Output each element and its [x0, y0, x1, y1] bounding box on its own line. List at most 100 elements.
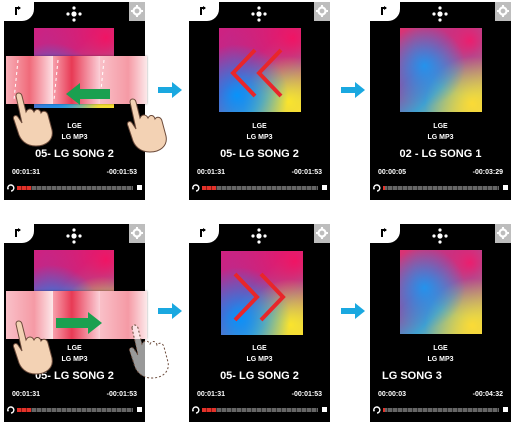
- elapsed-time: 00:01:31: [12, 391, 41, 398]
- settings-button[interactable]: [495, 2, 511, 21]
- settings-button[interactable]: [129, 224, 145, 243]
- top-bar: [189, 224, 330, 248]
- artist-label: LGE: [252, 345, 267, 352]
- four-dot-nav-icon[interactable]: [66, 228, 82, 244]
- progress-fill: [202, 408, 216, 412]
- repeat-icon[interactable]: [192, 184, 200, 192]
- song-title: 05- LG SONG 2: [220, 148, 299, 160]
- artist-label: LGE: [433, 123, 448, 130]
- gear-icon: [497, 5, 509, 17]
- repeat-icon[interactable]: [373, 184, 381, 192]
- four-dot-nav-icon[interactable]: [66, 6, 82, 22]
- song-title: 05- LG SONG 2: [35, 148, 114, 160]
- elapsed-time: 00:01:31: [197, 391, 226, 398]
- settings-button[interactable]: [129, 2, 145, 21]
- player-screen-3: LGE LG MP3 02 - LG SONG 1 00:00:05 -00:0…: [370, 2, 511, 200]
- top-bar: [4, 224, 145, 248]
- progress-row: [4, 406, 145, 414]
- progress-bar[interactable]: [202, 408, 318, 412]
- album-art: [400, 28, 482, 112]
- player-screen-2: LGE LG MP3 05- LG SONG 2 00:01:31 -00:01…: [189, 2, 330, 200]
- back-arrow-icon: [15, 6, 21, 15]
- hand-pointer-icon: [127, 98, 167, 153]
- player-screen-5: LGE LG MP3 05- LG SONG 2 00:01:31 -00:01…: [189, 224, 330, 422]
- remaining-time: -00:01:53: [291, 169, 322, 176]
- settings-button[interactable]: [314, 224, 330, 243]
- back-button[interactable]: [189, 2, 219, 21]
- swipe-right-chevron-icon: [233, 272, 286, 322]
- repeat-icon[interactable]: [7, 406, 15, 414]
- flow-arrow-icon: [158, 82, 182, 98]
- elapsed-time: 00:00:05: [378, 169, 407, 176]
- stop-icon[interactable]: [322, 185, 327, 190]
- stop-icon[interactable]: [137, 185, 142, 190]
- progress-bar[interactable]: [17, 408, 133, 412]
- settings-button[interactable]: [495, 224, 511, 243]
- back-arrow-icon: [381, 228, 387, 237]
- top-bar: [370, 2, 511, 26]
- remaining-time: -00:03:29: [472, 169, 503, 176]
- back-arrow-icon: [200, 228, 206, 237]
- elapsed-time: 00:01:31: [12, 169, 41, 176]
- progress-row: [4, 184, 145, 192]
- top-bar: [4, 2, 145, 26]
- flow-arrow-icon: [341, 82, 365, 98]
- repeat-icon[interactable]: [373, 406, 381, 414]
- remaining-time: -00:01:53: [291, 391, 322, 398]
- stop-icon[interactable]: [503, 185, 508, 190]
- album-label: LG MP3: [246, 134, 273, 141]
- progress-row: [370, 184, 511, 192]
- remaining-time: -00:01:53: [106, 391, 137, 398]
- back-button[interactable]: [4, 2, 34, 21]
- song-title: 02 - LG SONG 1: [399, 148, 482, 160]
- four-dot-nav-icon[interactable]: [251, 6, 267, 22]
- progress-bar[interactable]: [383, 408, 499, 412]
- back-button[interactable]: [370, 224, 400, 243]
- gear-icon: [316, 5, 328, 17]
- back-button[interactable]: [370, 2, 400, 21]
- elapsed-time: 00:00:03: [378, 391, 407, 398]
- back-arrow-icon: [381, 6, 387, 15]
- album-label: LG MP3: [427, 134, 454, 141]
- album-label: LG MP3: [427, 356, 454, 363]
- swipe-right-arrow-icon: [56, 312, 102, 334]
- back-arrow-icon: [15, 228, 21, 237]
- back-arrow-icon: [200, 6, 206, 15]
- progress-row: [189, 184, 330, 192]
- album-art: [400, 250, 482, 334]
- progress-bar[interactable]: [202, 186, 318, 190]
- stop-icon[interactable]: [503, 407, 508, 412]
- player-screen-6: LGE LG MP3 LG SONG 3 00:00:03 -00:04:32: [370, 224, 511, 422]
- stop-icon[interactable]: [322, 407, 327, 412]
- gear-icon: [131, 227, 143, 239]
- stop-icon[interactable]: [137, 407, 142, 412]
- hand-pointer-icon: [13, 92, 53, 147]
- back-button[interactable]: [189, 224, 219, 243]
- progress-fill: [17, 186, 31, 190]
- settings-button[interactable]: [314, 2, 330, 21]
- gear-icon: [497, 227, 509, 239]
- repeat-icon[interactable]: [192, 406, 200, 414]
- flow-arrow-icon: [341, 303, 365, 319]
- progress-bar[interactable]: [17, 186, 133, 190]
- progress-fill: [383, 186, 386, 190]
- artist-label: LGE: [252, 123, 267, 130]
- repeat-icon[interactable]: [7, 184, 15, 192]
- progress-fill: [202, 186, 216, 190]
- four-dot-nav-icon[interactable]: [251, 228, 267, 244]
- top-bar: [370, 224, 511, 248]
- progress-fill: [17, 408, 31, 412]
- gear-icon: [131, 5, 143, 17]
- hand-pointer-icon: [13, 320, 53, 375]
- top-bar: [189, 2, 330, 26]
- four-dot-nav-icon[interactable]: [432, 228, 448, 244]
- elapsed-time: 00:01:31: [197, 169, 226, 176]
- hand-pointer-dashed-icon: [129, 324, 169, 379]
- progress-row: [370, 406, 511, 414]
- song-title: LG SONG 3: [382, 370, 442, 382]
- four-dot-nav-icon[interactable]: [432, 6, 448, 22]
- back-button[interactable]: [4, 224, 34, 243]
- progress-bar[interactable]: [383, 186, 499, 190]
- song-title: 05- LG SONG 2: [220, 370, 299, 382]
- progress-row: [189, 406, 330, 414]
